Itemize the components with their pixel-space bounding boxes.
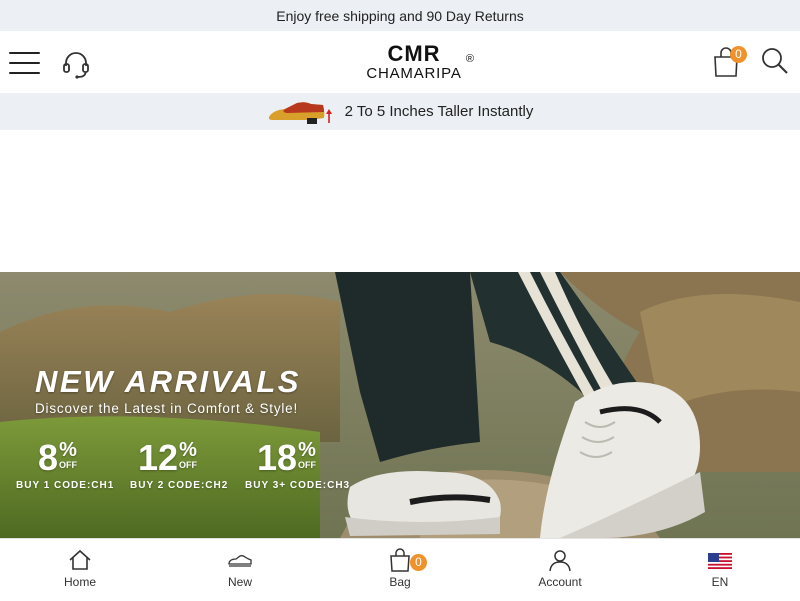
offer-value: 18	[257, 437, 298, 478]
offer-off: OFF	[59, 460, 78, 470]
search-icon[interactable]	[760, 46, 790, 76]
nav-new[interactable]: New	[160, 539, 320, 601]
offer-code: BUY 2 CODE:CH2	[130, 480, 229, 491]
hero-subtitle: Discover the Latest in Comfort & Style!	[35, 401, 299, 416]
registered-mark: ®	[465, 53, 474, 65]
nav-bag-label: Bag	[389, 575, 411, 589]
offer-value: 8	[38, 437, 59, 478]
shoe-icon	[228, 555, 252, 567]
offer-percent: %	[179, 439, 197, 461]
home-icon	[69, 549, 91, 570]
nav-bag[interactable]: 0 Bag	[320, 539, 480, 601]
nav-account[interactable]: Account	[480, 539, 640, 601]
user-icon	[549, 550, 571, 572]
headset-icon[interactable]	[61, 50, 91, 80]
offer-off: OFF	[298, 460, 317, 470]
announcement-text: Enjoy free shipping and 90 Day Returns	[276, 7, 524, 24]
offer-percent: %	[59, 439, 77, 461]
nav-language[interactable]: EN	[640, 539, 800, 601]
offer-code: BUY 3+ CODE:CH3	[245, 480, 351, 491]
offer-off: OFF	[179, 460, 198, 470]
offer-1: 8% OFF BUY 1 CODE:CH1	[16, 437, 113, 492]
nav-account-label: Account	[538, 575, 582, 589]
cart-count-badge: 0	[730, 46, 747, 63]
nav-home-label: Home	[63, 575, 96, 589]
menu-icon[interactable]	[9, 52, 41, 74]
promo-bar[interactable]: 2 To 5 Inches Taller Instantly	[0, 93, 800, 130]
promo-text: 2 To 5 Inches Taller Instantly	[344, 103, 534, 120]
offer-2: 12% OFF BUY 2 CODE:CH2	[130, 437, 227, 492]
offer-percent: %	[298, 439, 316, 461]
logo-line-1: CMR	[387, 41, 441, 66]
nav-home[interactable]: Home	[0, 539, 160, 601]
nav-new-label: New	[227, 575, 252, 589]
bag-icon	[390, 548, 410, 572]
offer-value: 12	[138, 437, 179, 478]
hero-banner[interactable]: NEW ARRIVALS Discover the Latest in Comf…	[0, 272, 800, 538]
us-flag-icon	[708, 553, 732, 569]
nav-language-label: EN	[711, 575, 729, 589]
bag-count-badge: 0	[410, 554, 427, 571]
hero-title: NEW ARRIVALS	[35, 364, 301, 399]
site-header: CMR CHAMARIPA ® 0	[0, 31, 800, 93]
bottom-nav: Home New 0 Bag Account EN	[0, 538, 800, 600]
logo-line-2: CHAMARIPA	[366, 65, 462, 82]
offer-code: BUY 1 CODE:CH1	[16, 480, 115, 491]
brand-logo[interactable]: CMR CHAMARIPA ®	[352, 43, 476, 83]
content-spacer	[0, 130, 800, 272]
elevator-shoe-icon	[268, 101, 332, 124]
shopping-bag-button[interactable]: 0	[712, 46, 748, 82]
announcement-bar: Enjoy free shipping and 90 Day Returns	[0, 0, 800, 31]
offer-3: 18% OFF BUY 3+ CODE:CH3	[245, 437, 349, 492]
